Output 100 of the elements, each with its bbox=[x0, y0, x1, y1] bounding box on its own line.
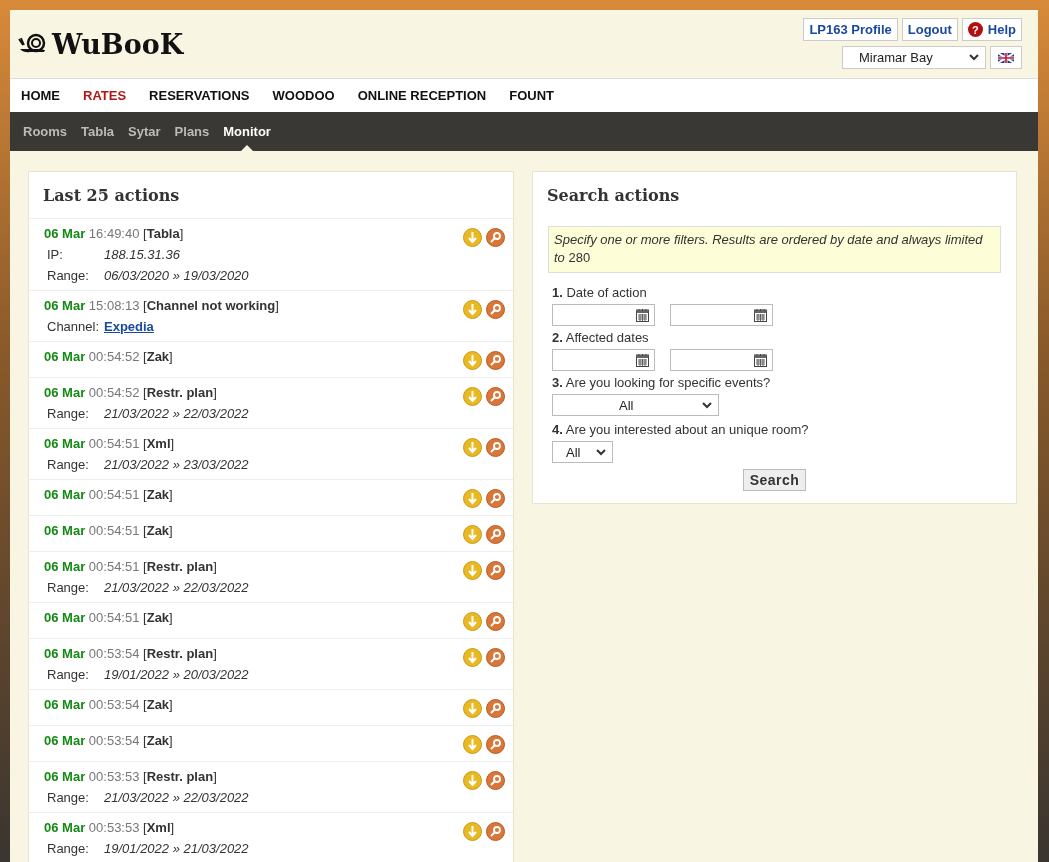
download-icon[interactable] bbox=[463, 351, 482, 370]
header-link[interactable]: Logout bbox=[901, 18, 958, 41]
download-icon[interactable] bbox=[463, 228, 482, 247]
download-icon[interactable] bbox=[463, 387, 482, 406]
date-field[interactable] bbox=[670, 304, 773, 326]
search-icon[interactable] bbox=[486, 771, 505, 790]
action-heading: 06 Mar 00:54:51 [Restr. plan] bbox=[44, 559, 218, 574]
subnav-tab[interactable]: Plans bbox=[174, 124, 210, 139]
search-icon[interactable] bbox=[486, 228, 505, 247]
detail-value: 19/01/2022 » 20/03/2022 bbox=[104, 667, 249, 682]
flag-icon bbox=[998, 52, 1014, 63]
panel-title: Search actions bbox=[546, 185, 681, 207]
search-icon[interactable] bbox=[486, 489, 505, 508]
panel-title: Last 25 actions bbox=[42, 185, 181, 207]
select-dropdown[interactable]: All bbox=[552, 441, 613, 463]
action-heading: 06 Mar 00:54:52 [Zak] bbox=[44, 349, 173, 364]
search-icon[interactable] bbox=[486, 351, 505, 370]
nav-tab[interactable]: ONLINE RECEPTION bbox=[357, 88, 487, 103]
chevron-down-icon bbox=[969, 54, 979, 61]
info-notice: Specify one or more filters. Results are ordered by date and always limited to 280 bbox=[548, 226, 1001, 273]
detail-label: Range: bbox=[47, 841, 90, 856]
calendar-icon[interactable] bbox=[636, 308, 649, 322]
search-icon[interactable] bbox=[486, 612, 505, 631]
search-icon[interactable] bbox=[486, 822, 505, 841]
detail-value: 188.15.31.36 bbox=[104, 247, 180, 262]
action-heading: 06 Mar 16:49:40 [Tabla] bbox=[44, 226, 185, 241]
channel-link[interactable]: Expedia bbox=[104, 319, 154, 334]
filter-label: 4. Are you interested about an unique room? bbox=[552, 422, 810, 437]
select-dropdown[interactable]: All bbox=[552, 394, 719, 416]
help-icon: ? bbox=[967, 22, 983, 37]
search-icon[interactable] bbox=[486, 648, 505, 667]
search-icon[interactable] bbox=[486, 699, 505, 718]
search-icon[interactable] bbox=[486, 300, 505, 319]
subnav-tab[interactable]: Tabla bbox=[81, 124, 115, 139]
snail-logo-icon bbox=[18, 33, 48, 55]
detail-value: 21/03/2022 » 22/03/2022 bbox=[104, 790, 249, 805]
detail-value: 21/03/2022 » 22/03/2022 bbox=[104, 406, 249, 421]
download-icon[interactable] bbox=[463, 735, 482, 754]
chevron-down-icon bbox=[596, 448, 606, 456]
subnav-tab[interactable]: Monitor bbox=[223, 124, 271, 139]
search-icon[interactable] bbox=[486, 438, 505, 457]
action-heading: 06 Mar 00:54:51 [Xml] bbox=[44, 436, 176, 451]
nav-tab[interactable]: WOODOO bbox=[272, 88, 335, 103]
action-heading: 06 Mar 00:54:51 [Zak] bbox=[44, 487, 173, 502]
detail-label: Range: bbox=[47, 667, 90, 682]
download-icon[interactable] bbox=[463, 525, 482, 544]
search-icon[interactable] bbox=[486, 735, 505, 754]
action-heading: 06 Mar 15:08:13 [Channel not working] bbox=[44, 298, 279, 313]
detail-value: 06/03/2020 » 19/03/2020 bbox=[104, 268, 249, 283]
action-heading: 06 Mar 00:53:53 [Restr. plan] bbox=[44, 769, 218, 784]
nav-tab[interactable]: RATES bbox=[83, 88, 127, 103]
action-heading: 06 Mar 00:53:54 [Zak] bbox=[44, 733, 173, 748]
nav-tab[interactable]: FOUNT bbox=[509, 88, 554, 103]
download-icon[interactable] bbox=[463, 300, 482, 319]
detail-value: 21/03/2022 » 23/03/2022 bbox=[104, 457, 249, 472]
action-heading: 06 Mar 00:54:51 [Zak] bbox=[44, 610, 173, 625]
detail-label: Channel: bbox=[47, 319, 101, 334]
active-tab-pointer bbox=[240, 145, 255, 152]
detail-label: Range: bbox=[47, 580, 90, 595]
action-heading: 06 Mar 00:53:54 [Zak] bbox=[44, 697, 173, 712]
filter-label: 3. Are you looking for specific events? bbox=[552, 375, 772, 390]
download-icon[interactable] bbox=[463, 648, 482, 667]
nav-tab[interactable]: HOME bbox=[21, 88, 60, 103]
date-field[interactable] bbox=[552, 304, 655, 326]
action-heading: 06 Mar 00:53:54 [Restr. plan] bbox=[44, 646, 218, 661]
detail-label: Range: bbox=[47, 457, 90, 472]
language-button[interactable] bbox=[990, 46, 1022, 69]
date-field[interactable] bbox=[552, 349, 655, 371]
calendar-icon[interactable] bbox=[754, 353, 767, 367]
detail-label: Range: bbox=[47, 406, 90, 421]
calendar-icon[interactable] bbox=[754, 308, 767, 322]
header-link[interactable]: LP163 Profile bbox=[803, 18, 898, 41]
download-icon[interactable] bbox=[463, 438, 482, 457]
nav-tab[interactable]: RESERVATIONS bbox=[149, 88, 250, 103]
search-button[interactable]: Search bbox=[742, 469, 807, 491]
calendar-icon[interactable] bbox=[636, 353, 649, 367]
search-icon[interactable] bbox=[486, 525, 505, 544]
header-link[interactable]: ? Help bbox=[961, 18, 1022, 41]
download-icon[interactable] bbox=[463, 612, 482, 631]
action-heading: 06 Mar 00:54:52 [Restr. plan] bbox=[44, 385, 218, 400]
download-icon[interactable] bbox=[463, 699, 482, 718]
download-icon[interactable] bbox=[463, 561, 482, 580]
chevron-down-icon bbox=[702, 401, 712, 409]
search-icon[interactable] bbox=[486, 561, 505, 580]
download-icon[interactable] bbox=[463, 489, 482, 508]
action-heading: 06 Mar 00:53:53 [Xml] bbox=[44, 820, 176, 835]
logo-text: WuBooK bbox=[52, 28, 184, 60]
detail-label: Range: bbox=[47, 790, 90, 805]
download-icon[interactable] bbox=[463, 822, 482, 841]
search-icon[interactable] bbox=[486, 387, 505, 406]
detail-label: IP: bbox=[47, 247, 64, 262]
download-icon[interactable] bbox=[463, 771, 482, 790]
date-field[interactable] bbox=[670, 349, 773, 371]
property-select[interactable]: Miramar Bay bbox=[842, 46, 986, 69]
filter-label: 1. Date of action bbox=[552, 285, 648, 300]
detail-value: 19/01/2022 » 21/03/2022 bbox=[104, 841, 249, 856]
subnav-tab[interactable]: Sytar bbox=[128, 124, 161, 139]
detail-label: Range: bbox=[47, 268, 90, 283]
subnav-tab[interactable]: Rooms bbox=[23, 124, 68, 139]
detail-value: 21/03/2022 » 22/03/2022 bbox=[104, 580, 249, 595]
